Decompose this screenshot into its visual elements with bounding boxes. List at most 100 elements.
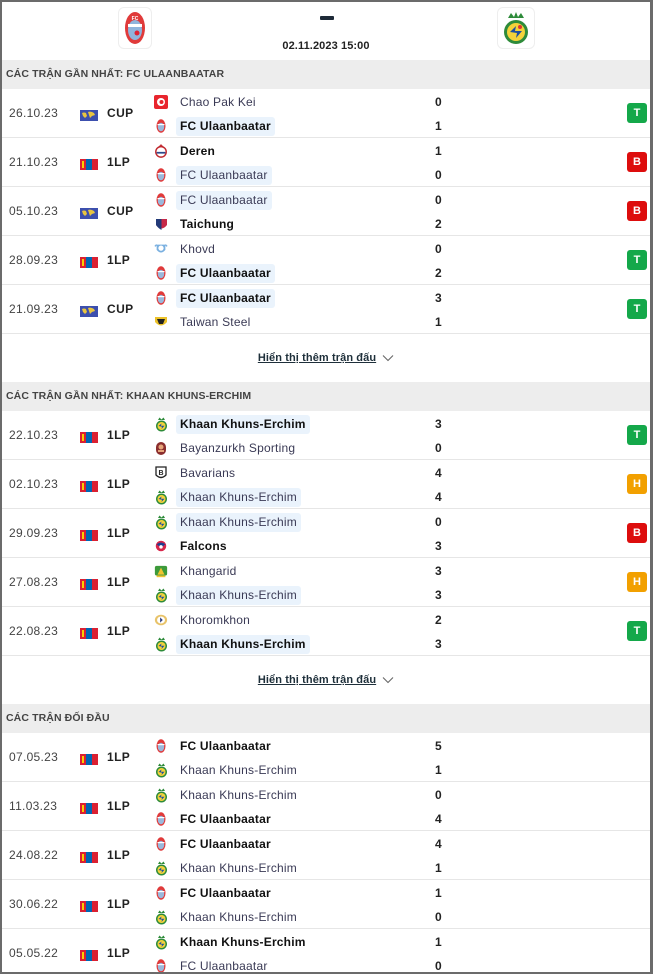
- away-team-name: Khaan Khuns-Erchim: [180, 762, 297, 777]
- match-section: CÁC TRẬN ĐỐI ĐẦU 07.05.23 1LP FC Ulaanbaata…: [2, 704, 650, 973]
- home-team-name: FC Ulaanbaatar: [180, 836, 271, 851]
- taiwan-steel-crest-icon: [154, 315, 168, 329]
- bavarians-crest-icon: B: [154, 466, 168, 480]
- away-team[interactable]: Khaan Khuns-Erchim: [154, 634, 310, 654]
- home-team-name: Khangarid: [180, 563, 237, 578]
- match-date: 05.10.23: [9, 204, 59, 218]
- away-team-name: FC Ulaanbaatar: [176, 165, 272, 185]
- away-team[interactable]: Taiwan Steel: [154, 312, 254, 332]
- khaan-khuns-erchim-crest-icon: [154, 490, 168, 504]
- mongolia-flag-icon: [80, 626, 98, 639]
- world-flag-icon: [80, 108, 98, 121]
- home-score: 0: [435, 193, 442, 207]
- away-team[interactable]: FC Ulaanbaatar: [154, 116, 275, 136]
- home-team[interactable]: Khaan Khuns-Erchim: [154, 512, 301, 532]
- home-team[interactable]: Khaan Khuns-Erchim: [154, 785, 301, 805]
- home-team-name: Khovd: [180, 241, 216, 256]
- section-title: CÁC TRẬN ĐỐI ĐẦU: [2, 704, 650, 733]
- away-team[interactable]: Khaan Khuns-Erchim: [154, 907, 301, 927]
- away-team[interactable]: Khaan Khuns-Erchim: [154, 858, 301, 878]
- home-team[interactable]: FC Ulaanbaatar: [154, 190, 272, 210]
- home-score: 0: [435, 515, 442, 529]
- show-more-matches[interactable]: Hiển thị thêm trận đấu: [2, 334, 650, 382]
- home-team[interactable]: Khaan Khuns-Erchim: [154, 414, 310, 434]
- away-team[interactable]: FC Ulaanbaatar: [154, 165, 272, 185]
- away-team-name: Bayanzurkh Sporting: [180, 440, 296, 455]
- away-score: 1: [435, 119, 442, 133]
- show-more-link[interactable]: Hiển thị thêm trận đấu: [258, 674, 376, 686]
- competition-label: 1LP: [107, 155, 131, 169]
- away-score: 3: [435, 539, 442, 553]
- away-team[interactable]: Khaan Khuns-Erchim: [154, 760, 301, 780]
- home-team[interactable]: Chao Pak Kei: [154, 92, 260, 112]
- match-row[interactable]: 05.10.23 CUP FC Ulaanbaatar 0 Taichung 2 B: [2, 187, 650, 236]
- match-row[interactable]: 22.08.23 1LP Khoromkhon 2 Khaan Khuns-Erchim…: [2, 607, 650, 656]
- match-row[interactable]: 30.06.22 1LP FC Ulaanbaatar 1 Khaan Khuns-Er…: [2, 880, 650, 929]
- match-row[interactable]: 02.10.23 1LP B Bavarians 4 Khaan Khuns-Erchim…: [2, 460, 650, 509]
- match-date: 24.08.22: [9, 848, 59, 862]
- match-datetime: 02.11.2023 15:00: [282, 40, 370, 52]
- match-row[interactable]: 24.08.22 1LP FC Ulaanbaatar 4 Khaan Khuns-Er…: [2, 831, 650, 880]
- home-team[interactable]: Khangarid: [154, 561, 241, 581]
- home-team-name: FC Ulaanbaatar: [176, 288, 275, 308]
- match-row[interactable]: 22.10.23 1LP Khaan Khuns-Erchim 3 Bayanzurkh…: [2, 411, 650, 460]
- competition-label: 1LP: [107, 253, 131, 267]
- home-score: 1: [435, 935, 442, 949]
- away-score: 1: [435, 315, 442, 329]
- result-badge-loss: B: [627, 523, 647, 543]
- away-score: 0: [435, 441, 442, 455]
- match-row[interactable]: 26.10.23 CUP Chao Pak Kei 0 FC Ulaanbaatar 1 T: [2, 89, 650, 138]
- away-team[interactable]: Bayanzurkh Sporting: [154, 438, 299, 458]
- match-row[interactable]: 07.05.23 1LP FC Ulaanbaatar 5 Khaan Khuns-Er…: [2, 733, 650, 782]
- home-score: 3: [435, 417, 442, 431]
- away-team[interactable]: Falcons: [154, 536, 231, 556]
- home-team[interactable]: B Bavarians: [154, 463, 239, 483]
- match-row[interactable]: 27.08.23 1LP Khangarid 3 Khaan Khuns-Erchim 3…: [2, 558, 650, 607]
- home-team-name: FC Ulaanbaatar: [176, 190, 272, 210]
- mongolia-flag-icon: [80, 850, 98, 863]
- competition-label: CUP: [107, 106, 134, 120]
- home-team[interactable]: FC Ulaanbaatar: [154, 736, 275, 756]
- home-team[interactable]: Khovd: [154, 239, 219, 259]
- away-team[interactable]: FC Ulaanbaatar: [154, 956, 272, 973]
- away-team[interactable]: FC Ulaanbaatar: [154, 809, 275, 829]
- away-team[interactable]: Taichung: [154, 214, 238, 234]
- chevron-down-icon: [382, 355, 394, 362]
- home-score: 0: [435, 788, 442, 802]
- match-row[interactable]: 11.03.23 1LP Khaan Khuns-Erchim 0 FC Ulaanba…: [2, 782, 650, 831]
- competition-label: 1LP: [107, 428, 131, 442]
- competition-label: CUP: [107, 204, 134, 218]
- home-score: 1: [435, 886, 442, 900]
- home-team[interactable]: FC Ulaanbaatar: [154, 883, 275, 903]
- fc-ulaanbaatar-crest-icon: [154, 193, 168, 207]
- result-badge-loss: B: [627, 201, 647, 221]
- away-team-name: FC Ulaanbaatar: [180, 958, 268, 973]
- away-team-logo[interactable]: [497, 7, 535, 49]
- match-row[interactable]: 21.10.23 1LP Deren 1 FC Ulaanbaatar 0 B: [2, 138, 650, 187]
- away-team[interactable]: FC Ulaanbaatar: [154, 263, 275, 283]
- show-more-matches[interactable]: Hiển thị thêm trận đấu: [2, 656, 650, 704]
- result-badge-draw: H: [627, 572, 647, 592]
- away-team-name: FC Ulaanbaatar: [180, 811, 271, 826]
- khaan-khuns-erchim-crest-icon: [154, 637, 168, 651]
- away-score: 2: [435, 217, 442, 231]
- match-row[interactable]: 21.09.23 CUP FC Ulaanbaatar 3 Taiwan Steel 1 T: [2, 285, 650, 334]
- home-team[interactable]: FC Ulaanbaatar: [154, 288, 275, 308]
- mongolia-flag-icon: [80, 255, 98, 268]
- home-team[interactable]: Deren: [154, 141, 219, 161]
- chao-pak-kei-crest-icon: [154, 95, 168, 109]
- match-header: FC 02.11.2023 15:00: [2, 2, 650, 60]
- khaan-khuns-erchim-crest-icon: [154, 935, 168, 949]
- match-row[interactable]: 05.05.22 1LP Khaan Khuns-Erchim 1 FC Ulaanba…: [2, 929, 650, 973]
- show-more-link[interactable]: Hiển thị thêm trận đấu: [258, 352, 376, 364]
- away-team[interactable]: Khaan Khuns-Erchim: [154, 487, 301, 507]
- away-team[interactable]: Khaan Khuns-Erchim: [154, 585, 301, 605]
- match-row[interactable]: 28.09.23 1LP Khovd 0 FC Ulaanbaatar 2 T: [2, 236, 650, 285]
- competition-label: 1LP: [107, 897, 131, 911]
- home-team[interactable]: FC Ulaanbaatar: [154, 834, 275, 854]
- home-team[interactable]: Khoromkhon: [154, 610, 254, 630]
- home-team-name: Chao Pak Kei: [180, 94, 256, 109]
- khaan-khuns-erchim-crest-icon: [154, 763, 168, 777]
- home-team[interactable]: Khaan Khuns-Erchim: [154, 932, 310, 952]
- match-row[interactable]: 29.09.23 1LP Khaan Khuns-Erchim 0 Falcons 3 B: [2, 509, 650, 558]
